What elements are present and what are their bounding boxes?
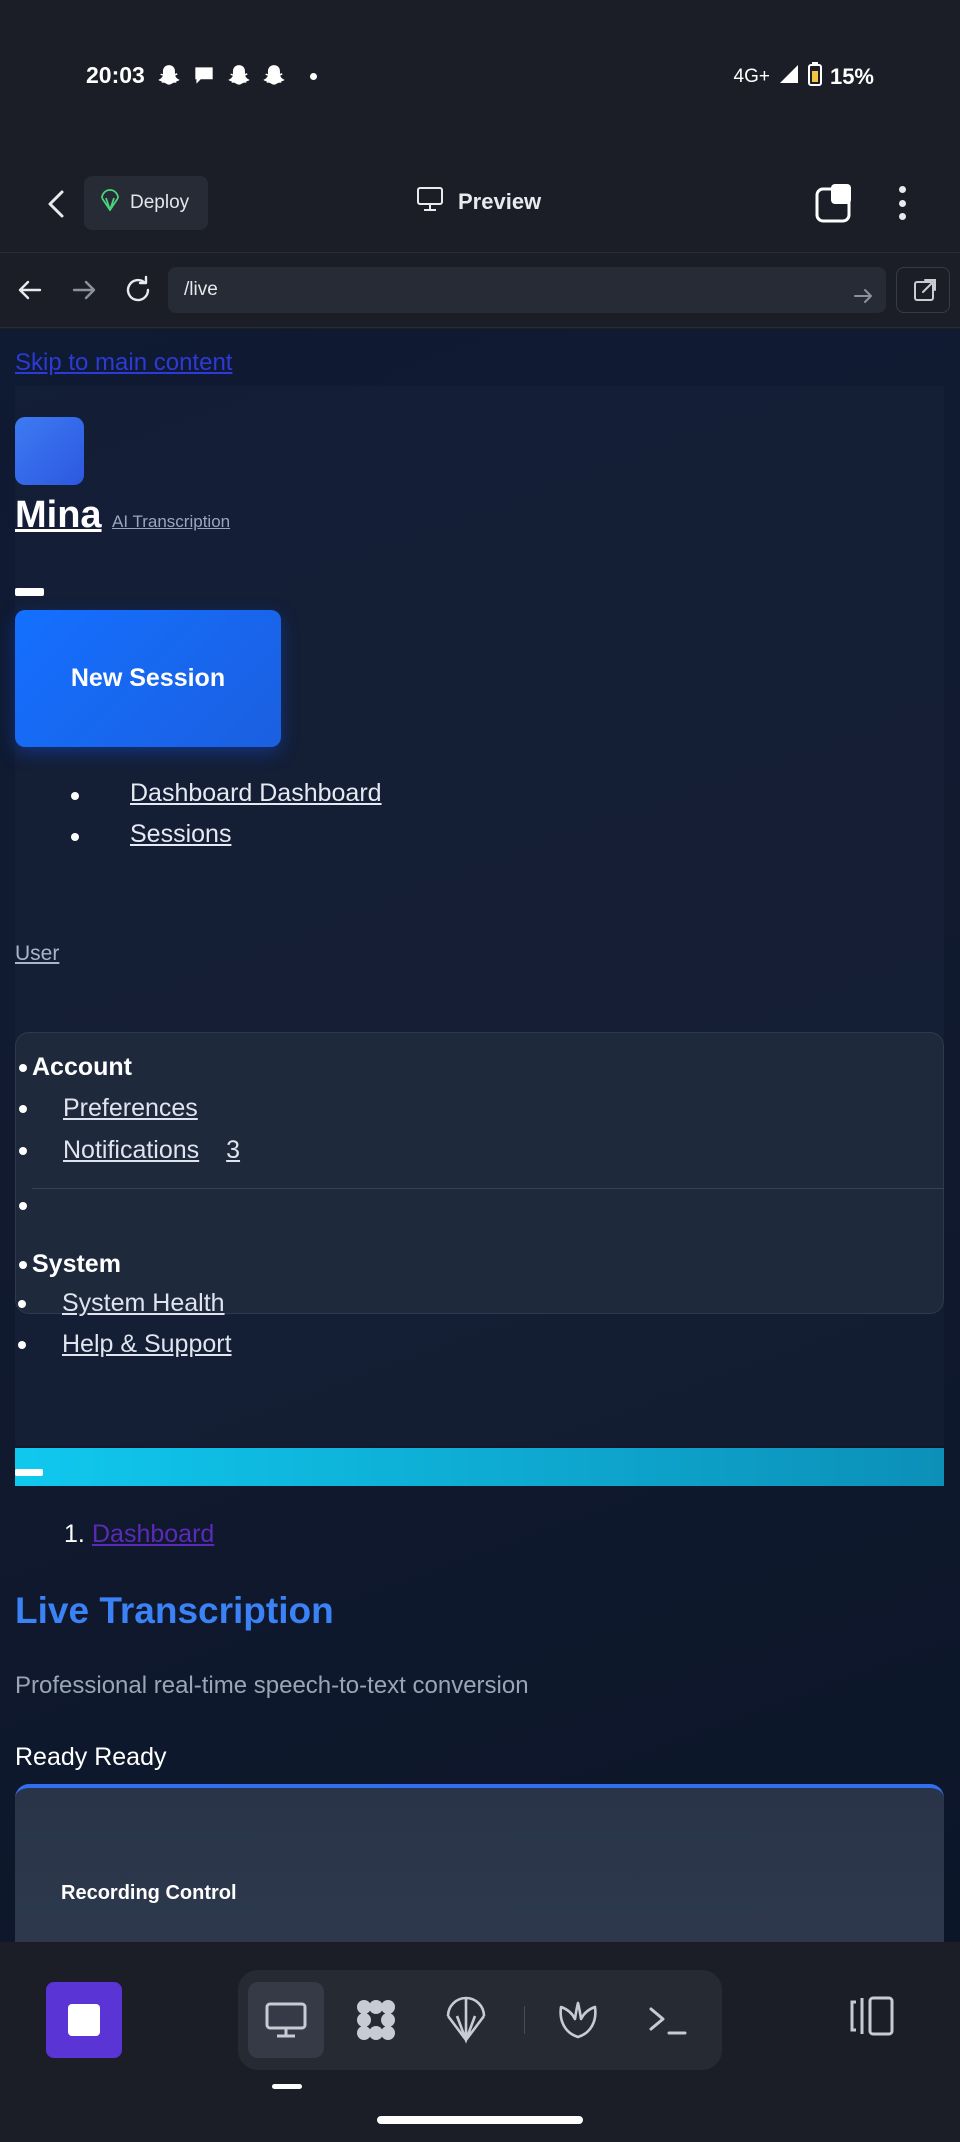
menu-heading-account: Account [19, 1053, 132, 1082]
brand-name[interactable]: Mina [15, 494, 102, 537]
skip-to-content-link[interactable]: Skip to main content [15, 349, 232, 377]
web-content: Skip to main content Mina AI Transcripti… [0, 329, 960, 1942]
chat-icon [191, 63, 217, 89]
url-text: /live [184, 279, 218, 300]
bottom-dock [0, 1942, 960, 2142]
monitor-icon [416, 186, 444, 218]
status-bar: 20:03 4G+ 15% [0, 0, 960, 155]
terminal-icon[interactable] [630, 1982, 706, 2058]
tabs-button[interactable] [814, 182, 856, 224]
reload-icon[interactable] [122, 273, 154, 307]
top-header-bar [15, 1448, 944, 1486]
status-time: 20:03 [86, 62, 145, 88]
new-session-button[interactable]: New Session [15, 610, 281, 747]
mobile-menu-toggle[interactable] [15, 1469, 43, 1476]
sidebar-toggle[interactable] [15, 588, 44, 596]
battery-icon [807, 62, 822, 92]
forward-arrow-icon[interactable] [68, 273, 100, 307]
more-notifications-dot [310, 73, 317, 80]
tool-switcher [238, 1970, 722, 2070]
back-chevron-icon[interactable] [38, 184, 74, 224]
agent-tool-icon[interactable] [338, 1982, 414, 2058]
overflow-menu-button[interactable] [890, 180, 914, 226]
tool-separator [524, 2006, 525, 2034]
recording-control-card: Recording Control [15, 1784, 944, 1942]
stop-icon [68, 2004, 100, 2036]
layout-toggle-icon[interactable] [848, 1994, 896, 2038]
page-title: Live Transcription [15, 1590, 334, 1631]
menu-item-preferences[interactable]: Preferences [19, 1094, 198, 1123]
sidebar-item-sessions[interactable]: Sessions [71, 820, 382, 861]
home-indicator[interactable] [377, 2116, 583, 2124]
user-menu-link[interactable]: User [15, 942, 59, 966]
app-toolbar: Deploy Preview [0, 160, 960, 252]
user-dropdown-menu: Account Preferences Notifications 3 Syst… [15, 1032, 944, 1314]
notifications-count-badge: 3 [226, 1136, 241, 1164]
deploy-icon [100, 189, 120, 217]
menu-divider [32, 1188, 944, 1189]
battery-percent: 15% [829, 64, 874, 89]
status-text: Ready Ready [15, 1743, 167, 1771]
signal-icon [778, 63, 800, 91]
stop-button[interactable] [46, 1982, 122, 2058]
breadcrumb-dashboard-link[interactable]: Dashboard [92, 1520, 214, 1549]
preview-tool-monitor-icon[interactable] [248, 1982, 324, 2058]
menu-item-notifications[interactable]: Notifications 3 [19, 1136, 241, 1165]
shell-tool-icon[interactable] [540, 1982, 616, 2058]
snapchat-icon [261, 63, 287, 89]
menu-heading-system: System [19, 1250, 121, 1279]
brand-tagline[interactable]: AI Transcription [112, 512, 230, 532]
notification-icons [156, 63, 287, 89]
deploy-button[interactable]: Deploy [84, 176, 208, 230]
deploy-label: Deploy [130, 192, 190, 213]
sidebar-nav: Dashboard Dashboard Sessions [71, 779, 382, 861]
url-input[interactable]: /live [168, 267, 886, 313]
preview-title: Preview [416, 186, 541, 218]
active-tool-indicator [272, 2084, 302, 2089]
sidebar-item-dashboard[interactable]: Dashboard Dashboard [71, 779, 382, 820]
breadcrumb-index: 1. [64, 1520, 85, 1548]
snapchat-icon [226, 63, 252, 89]
page-subtitle: Professional real-time speech-to-text co… [15, 1672, 529, 1699]
menu-item-help-support[interactable]: Help & Support [18, 1330, 232, 1359]
menu-item-system-health[interactable]: System Health [18, 1289, 225, 1318]
open-external-button[interactable] [896, 267, 950, 313]
preview-label: Preview [458, 189, 542, 214]
status-indicators: 4G+ 15% [733, 62, 874, 92]
recording-control-title: Recording Control [61, 1882, 237, 1904]
app-logo [15, 417, 84, 485]
snapchat-icon [156, 63, 182, 89]
network-type: 4G+ [733, 66, 770, 87]
back-arrow-icon[interactable] [14, 273, 46, 307]
deploy-tool-icon[interactable] [428, 1982, 504, 2058]
url-bar: /live [0, 252, 960, 328]
go-arrow-icon[interactable] [852, 279, 874, 303]
